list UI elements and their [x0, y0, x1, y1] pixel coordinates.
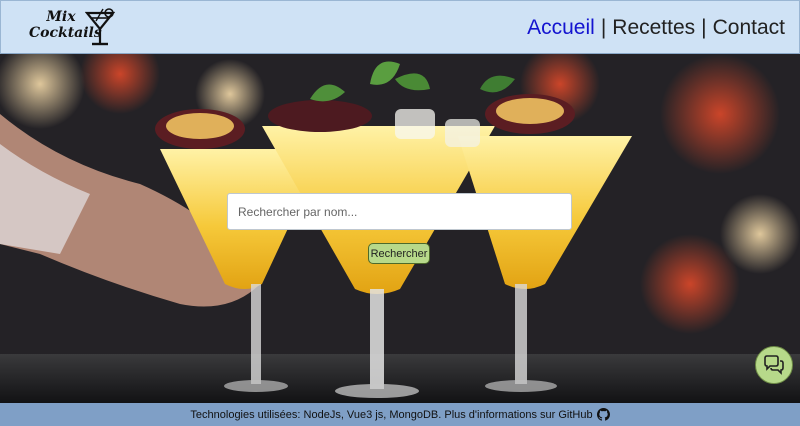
main-nav: Accueil | Recettes | Contact — [527, 14, 785, 42]
search-button[interactable]: Rechercher — [368, 243, 430, 264]
header: Mix Cocktails Accueil | Recettes | Conta… — [0, 0, 800, 54]
nav-separator: | — [600, 16, 607, 39]
logo-text: Mix Cocktails — [29, 9, 102, 41]
nav-separator: | — [701, 16, 707, 39]
footer-text: Technologies utilisées: NodeJs, Vue3 js,… — [190, 408, 593, 421]
logo[interactable]: Mix Cocktails — [29, 7, 115, 49]
chat-button[interactable] — [755, 346, 793, 384]
logo-line-2: Cocktails — [29, 25, 102, 41]
chat-bubbles-icon — [764, 355, 784, 375]
search-input[interactable] — [227, 193, 572, 230]
footer: Technologies utilisées: NodeJs, Vue3 js,… — [0, 403, 800, 426]
nav-link-recettes[interactable]: Recettes — [612, 16, 695, 40]
github-icon[interactable] — [596, 408, 610, 421]
logo-line-1: Mix — [46, 9, 76, 25]
nav-link-contact[interactable]: Contact — [713, 16, 785, 40]
nav-link-accueil[interactable]: Accueil — [527, 16, 595, 40]
cocktail-glass-icon — [85, 8, 115, 46]
hero-cocktail-image: Rechercher — [0, 54, 800, 403]
